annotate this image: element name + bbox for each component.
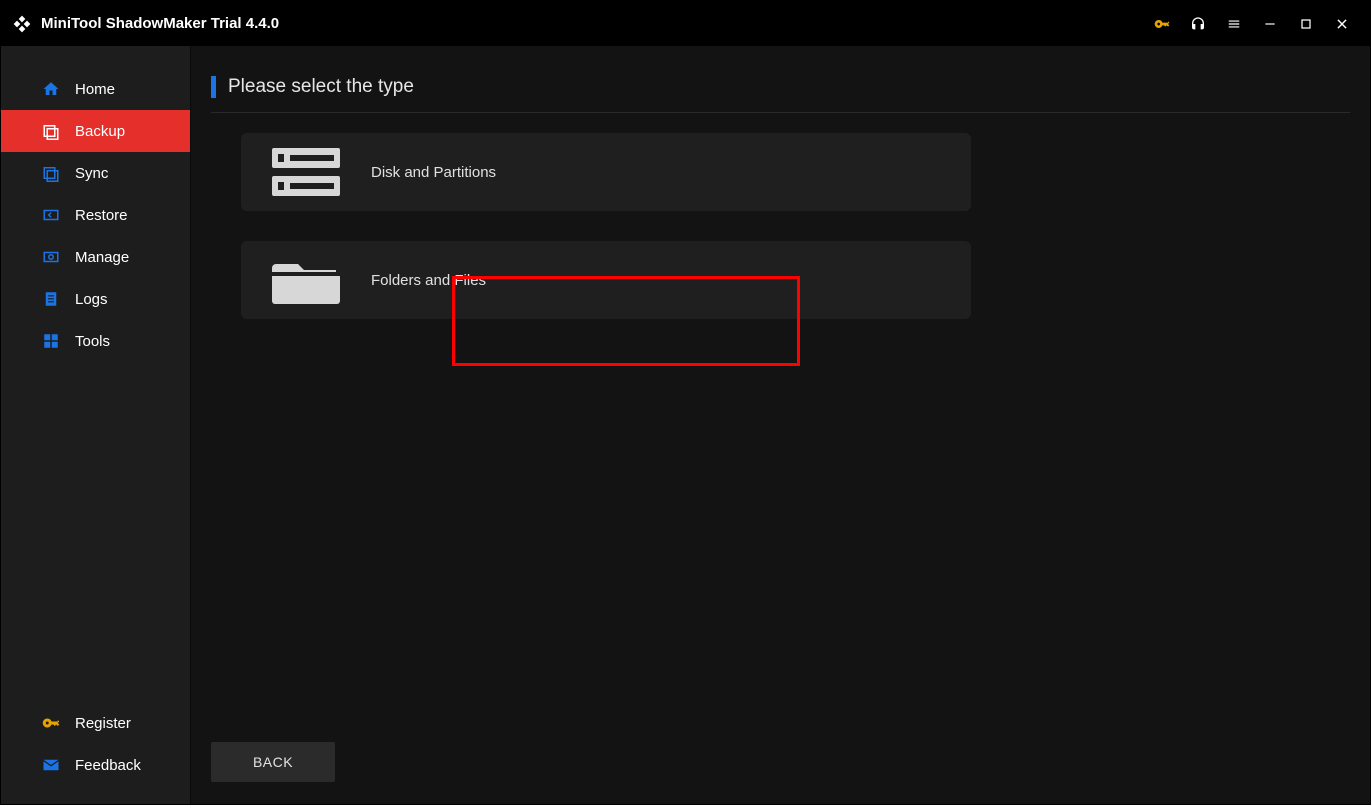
disk-icon bbox=[241, 144, 371, 200]
sidebar-item-logs[interactable]: Logs bbox=[1, 278, 190, 320]
sidebar-item-manage[interactable]: Manage bbox=[1, 236, 190, 278]
sidebar-item-label: Backup bbox=[75, 123, 125, 140]
sidebar-item-label: Manage bbox=[75, 249, 129, 266]
headset-button[interactable] bbox=[1180, 1, 1216, 46]
sidebar-item-restore[interactable]: Restore bbox=[1, 194, 190, 236]
page-heading: Please select the type bbox=[211, 76, 1350, 113]
app-logo-icon bbox=[11, 13, 33, 35]
sidebar-item-home[interactable]: Home bbox=[1, 68, 190, 110]
option-folders-files[interactable]: Folders and Files bbox=[241, 241, 971, 319]
sync-icon bbox=[41, 163, 61, 183]
app-title: MiniTool ShadowMaker Trial 4.4.0 bbox=[41, 15, 279, 32]
sidebar: Home Backup Sync bbox=[1, 46, 191, 804]
sidebar-item-label: Sync bbox=[75, 165, 108, 182]
back-button-label: BACK bbox=[253, 754, 293, 770]
option-label: Disk and Partitions bbox=[371, 164, 496, 181]
back-button[interactable]: BACK bbox=[211, 742, 335, 782]
logs-icon bbox=[41, 289, 61, 309]
backup-icon bbox=[41, 121, 61, 141]
sidebar-item-label: Feedback bbox=[75, 757, 141, 774]
key-icon bbox=[41, 713, 61, 733]
sidebar-item-backup[interactable]: Backup bbox=[1, 110, 190, 152]
sidebar-item-label: Logs bbox=[75, 291, 108, 308]
sidebar-item-label: Tools bbox=[75, 333, 110, 350]
manage-icon bbox=[41, 247, 61, 267]
folder-icon bbox=[241, 252, 371, 308]
close-button[interactable] bbox=[1324, 1, 1360, 46]
option-disk-partitions[interactable]: Disk and Partitions bbox=[241, 133, 971, 211]
heading-accent bbox=[211, 76, 216, 98]
sidebar-item-register[interactable]: Register bbox=[1, 702, 190, 744]
key-button[interactable] bbox=[1144, 1, 1180, 46]
tools-icon bbox=[41, 331, 61, 351]
main-panel: Please select the type Disk bbox=[191, 46, 1370, 804]
sidebar-item-label: Restore bbox=[75, 207, 128, 224]
home-icon bbox=[41, 79, 61, 99]
sidebar-item-tools[interactable]: Tools bbox=[1, 320, 190, 362]
sidebar-item-feedback[interactable]: Feedback bbox=[1, 744, 190, 786]
minimize-button[interactable] bbox=[1252, 1, 1288, 46]
maximize-button[interactable] bbox=[1288, 1, 1324, 46]
mail-icon bbox=[41, 755, 61, 775]
option-label: Folders and Files bbox=[371, 272, 486, 289]
restore-icon bbox=[41, 205, 61, 225]
sidebar-item-sync[interactable]: Sync bbox=[1, 152, 190, 194]
menu-button[interactable] bbox=[1216, 1, 1252, 46]
sidebar-item-label: Home bbox=[75, 81, 115, 98]
titlebar: MiniTool ShadowMaker Trial 4.4.0 bbox=[1, 1, 1370, 46]
sidebar-item-label: Register bbox=[75, 715, 131, 732]
page-title: Please select the type bbox=[228, 76, 414, 98]
app-window: MiniTool ShadowMaker Trial 4.4.0 bbox=[0, 0, 1371, 805]
